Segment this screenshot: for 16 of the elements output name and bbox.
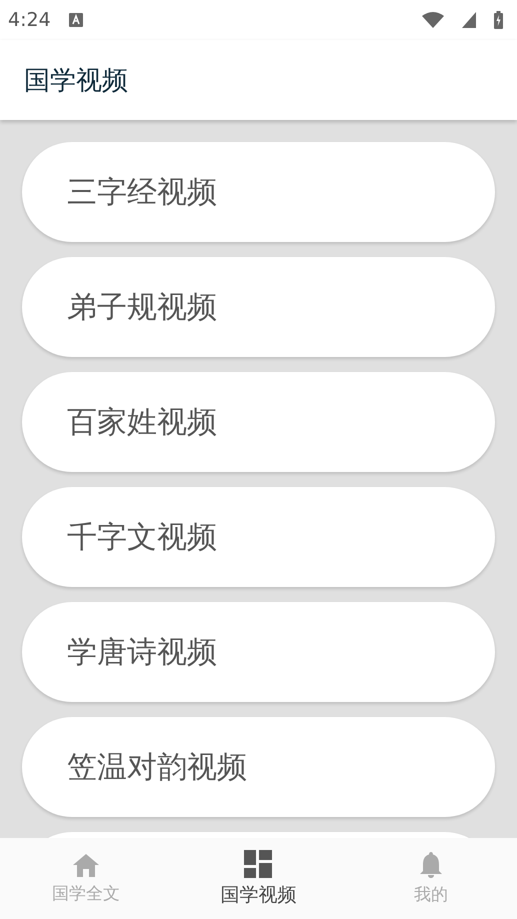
list-item[interactable]: 学唐诗视频 <box>22 602 495 702</box>
keyboard-notification-icon <box>68 13 83 27</box>
home-icon <box>72 852 100 878</box>
list-item[interactable]: 笠温对韵视频 <box>22 717 495 817</box>
nav-tab[interactable]: 国学视频 <box>172 838 345 919</box>
list-item[interactable]: 弟子规视频 <box>22 257 495 357</box>
list-item[interactable]: 三字经视频 <box>22 142 495 242</box>
status-time: 4:24 <box>8 9 51 31</box>
bell-icon <box>418 851 444 879</box>
battery-charging-icon <box>494 11 503 29</box>
dashboard-icon <box>244 850 272 878</box>
signal-icon <box>462 12 476 28</box>
list-item[interactable]: 百家姓视频 <box>22 372 495 472</box>
page-title: 国学视频 <box>24 64 128 98</box>
wifi-icon <box>422 12 444 28</box>
list-item[interactable]: 千字文视频 <box>22 487 495 587</box>
